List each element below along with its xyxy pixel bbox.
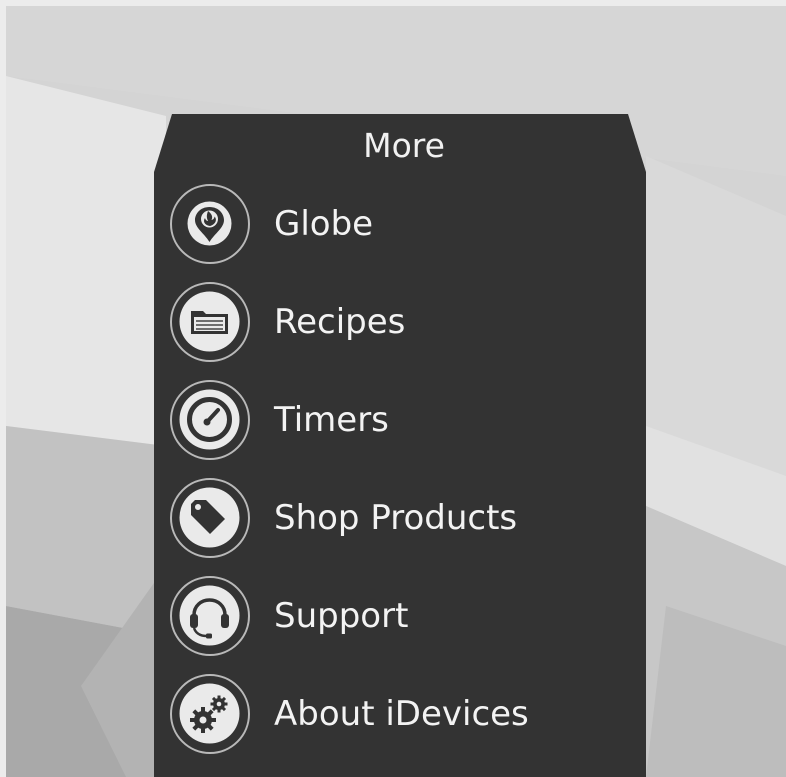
menu-item-label: Support <box>274 596 409 636</box>
menu-item-timers[interactable]: Timers <box>170 380 610 470</box>
menu-item-label: Shop Products <box>274 498 518 538</box>
headset-icon <box>179 585 240 646</box>
recipes-icon-ring <box>170 282 250 362</box>
menu-item-shop-products[interactable]: Shop Products <box>170 478 610 568</box>
support-icon-ring <box>170 576 250 656</box>
shop-icon-ring <box>170 478 250 558</box>
globe-icon-ring <box>170 184 250 264</box>
about-icon-ring <box>170 674 250 754</box>
gauge-icon <box>179 389 240 450</box>
gears-icon <box>179 683 240 744</box>
app-screen: More Globe Recipes Timers Shop Products … <box>6 6 786 777</box>
menu-title: More <box>363 126 445 165</box>
menu-item-label: About iDevices <box>274 694 529 734</box>
menu-item-support[interactable]: Support <box>170 576 610 666</box>
menu-item-label: Globe <box>274 204 374 244</box>
menu-item-globe[interactable]: Globe <box>170 184 610 274</box>
folder-icon <box>179 291 240 352</box>
menu-item-label: Timers <box>274 400 389 440</box>
more-menu: More Globe Recipes Timers Shop Products … <box>154 114 646 777</box>
map-pin-flame-icon <box>187 201 232 246</box>
menu-item-label: Recipes <box>274 302 406 342</box>
timers-icon-ring <box>170 380 250 460</box>
price-tag-icon <box>179 487 240 548</box>
menu-item-about-idevices[interactable]: About iDevices <box>170 674 610 764</box>
menu-item-recipes[interactable]: Recipes <box>170 282 610 372</box>
